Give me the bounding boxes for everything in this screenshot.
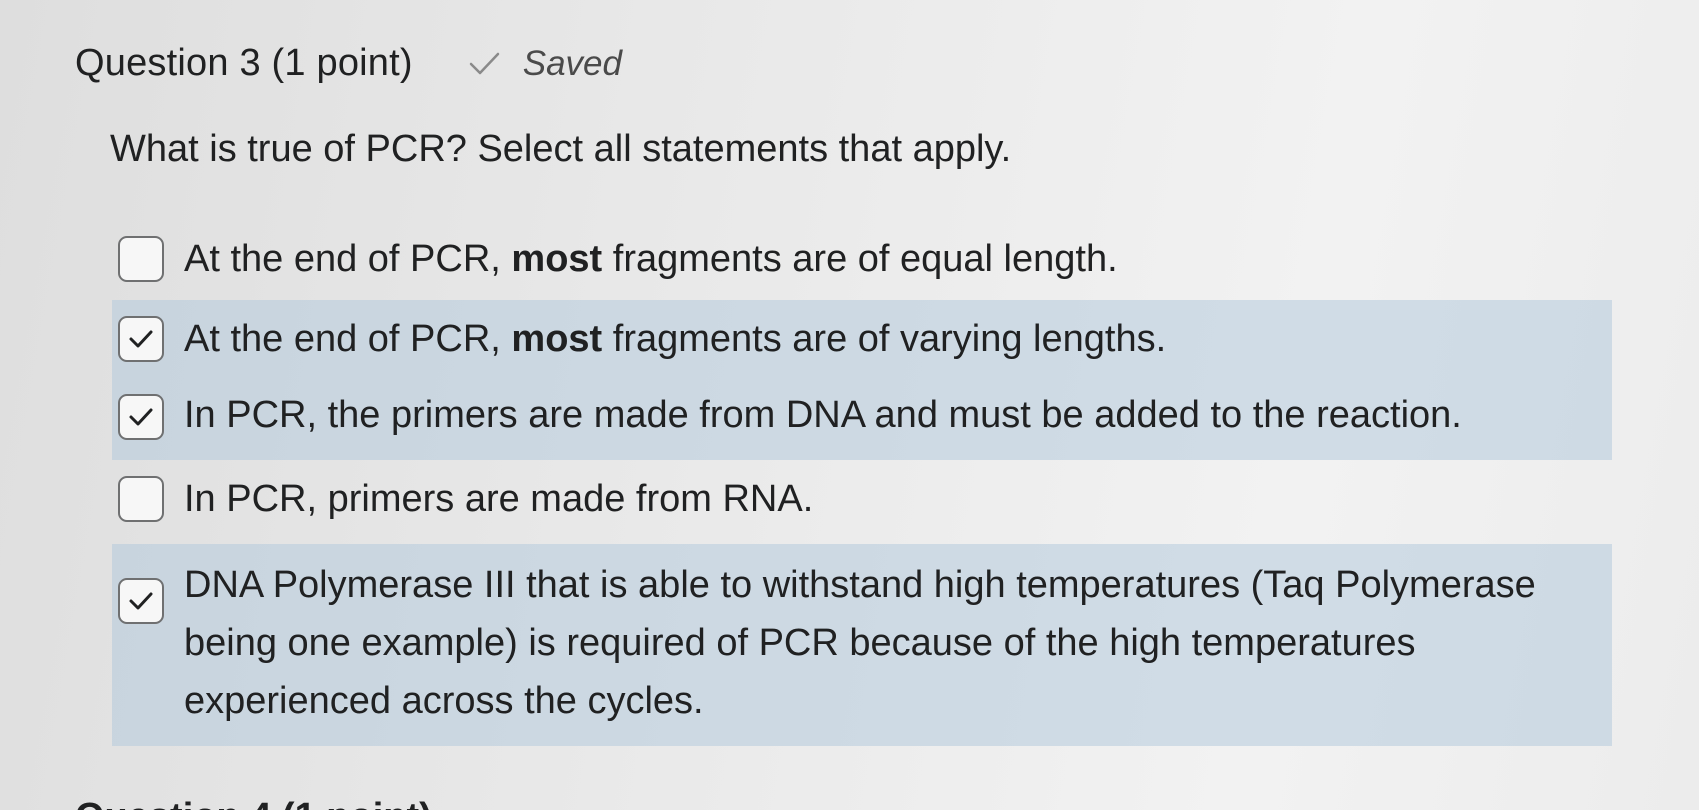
selected-group: At the end of PCR, most fragments are of… — [112, 300, 1612, 460]
answer-options: At the end of PCR, most fragments are of… — [112, 222, 1612, 746]
checkbox-checked[interactable] — [118, 394, 164, 440]
checkbox-unchecked[interactable] — [118, 236, 164, 282]
option-label: At the end of PCR, most fragments are of… — [184, 238, 1118, 280]
checkmark-icon — [465, 49, 503, 79]
option-5[interactable]: DNA Polymerase III that is able to withs… — [112, 544, 1612, 746]
option-label: At the end of PCR, most fragments are of… — [184, 318, 1167, 360]
option-label: DNA Polymerase III that is able to withs… — [184, 564, 1536, 722]
option-3[interactable]: In PCR, the primers are made from DNA an… — [112, 380, 1612, 460]
option-2[interactable]: At the end of PCR, most fragments are of… — [112, 300, 1612, 380]
check-mark-icon — [129, 408, 153, 426]
check-mark-icon — [129, 330, 153, 348]
check-mark-icon — [129, 592, 153, 610]
option-4[interactable]: In PCR, primers are made from RNA. — [112, 460, 1612, 540]
checkbox-checked[interactable] — [118, 578, 164, 624]
saved-label: Saved — [522, 43, 622, 83]
option-1[interactable]: At the end of PCR, most fragments are of… — [112, 222, 1612, 294]
question-header: Question 3 (1 point) Saved — [75, 42, 622, 85]
quiz-page: Question 3 (1 point) Saved What is true … — [0, 0, 1699, 810]
checkbox-unchecked[interactable] — [118, 476, 164, 522]
next-question-title: Question 4 (1 point) — [75, 796, 432, 810]
question-prompt: What is true of PCR? Select all statemen… — [110, 128, 1012, 170]
checkbox-checked[interactable] — [118, 316, 164, 362]
saved-status: Saved — [465, 44, 622, 84]
option-label: In PCR, primers are made from RNA. — [184, 478, 814, 520]
question-title: Question 3 (1 point) — [75, 42, 413, 84]
option-label: In PCR, the primers are made from DNA an… — [184, 394, 1462, 436]
